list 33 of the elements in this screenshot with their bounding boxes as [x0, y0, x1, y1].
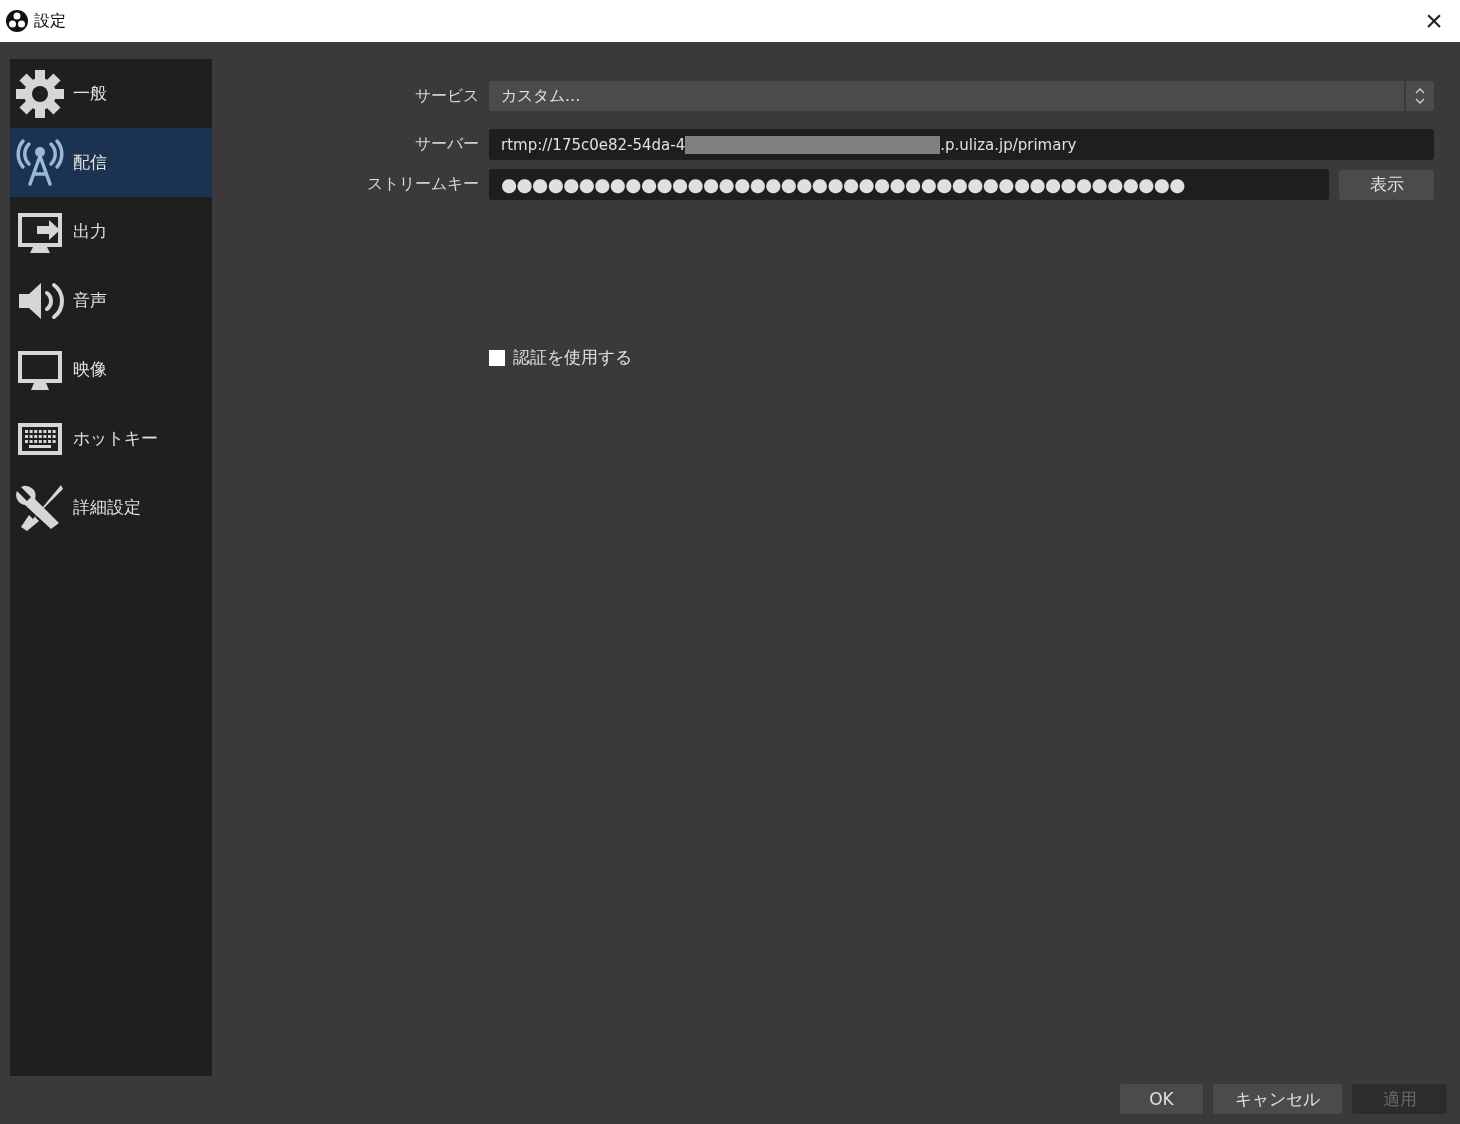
service-label: サービス — [414, 85, 479, 107]
sidebar-item[interactable]: ホットキー — [10, 404, 212, 473]
sidebar-item[interactable]: 一般 — [10, 59, 212, 128]
sidebar-item-label: 配信 — [73, 151, 107, 174]
dialog-button[interactable]: キャンセル — [1213, 1084, 1342, 1114]
close-button[interactable]: × — [1414, 1, 1454, 41]
sidebar-item[interactable]: 映像 — [10, 335, 212, 404]
stream-key-label: ストリームキー — [366, 174, 479, 195]
antenna-icon — [15, 137, 65, 188]
sidebar-item[interactable]: 出力 — [10, 197, 212, 266]
sidebar-item[interactable]: 音声 — [10, 266, 212, 335]
gear-icon — [15, 68, 65, 119]
sidebar-item[interactable]: 詳細設定 — [10, 473, 212, 542]
server-label: サーバー — [414, 134, 479, 155]
window-title: 設定 — [34, 10, 67, 32]
stream-key-field[interactable]: ●●●●●●●●●●●●●●●●●●●●●●●●●●●●●●●●●●●●●●●●●●●● — [489, 169, 1329, 200]
spinner-arrows-icon — [1414, 86, 1426, 106]
sidebar-item[interactable]: 配信 — [10, 128, 212, 197]
sidebar-item-label: 一般 — [73, 82, 107, 105]
sidebar-item-label: 出力 — [73, 220, 107, 243]
app-logo-icon — [6, 10, 28, 32]
server-url-start: rtmp://175c0e82-54da-4 — [501, 135, 686, 154]
show-button[interactable]: 表示 — [1339, 169, 1434, 200]
auth-checkbox[interactable] — [489, 349, 505, 366]
auth-label: 認証を使用する — [513, 346, 632, 369]
server-field[interactable]: rtmp://175c0e82-54da-4 .p.uliza.jp/primary — [489, 129, 1434, 160]
dialog-button[interactable]: OK — [1120, 1084, 1203, 1114]
service-dropdown[interactable]: カスタム... — [489, 81, 1434, 111]
sidebar-item-label: ホットキー — [73, 427, 158, 450]
server-url-end: .p.uliza.jp/primary — [940, 135, 1077, 154]
sidebar-item-label: 音声 — [73, 289, 107, 312]
sidebar-item-label: 映像 — [73, 358, 107, 381]
sidebar-item-label: 詳細設定 — [73, 496, 141, 519]
